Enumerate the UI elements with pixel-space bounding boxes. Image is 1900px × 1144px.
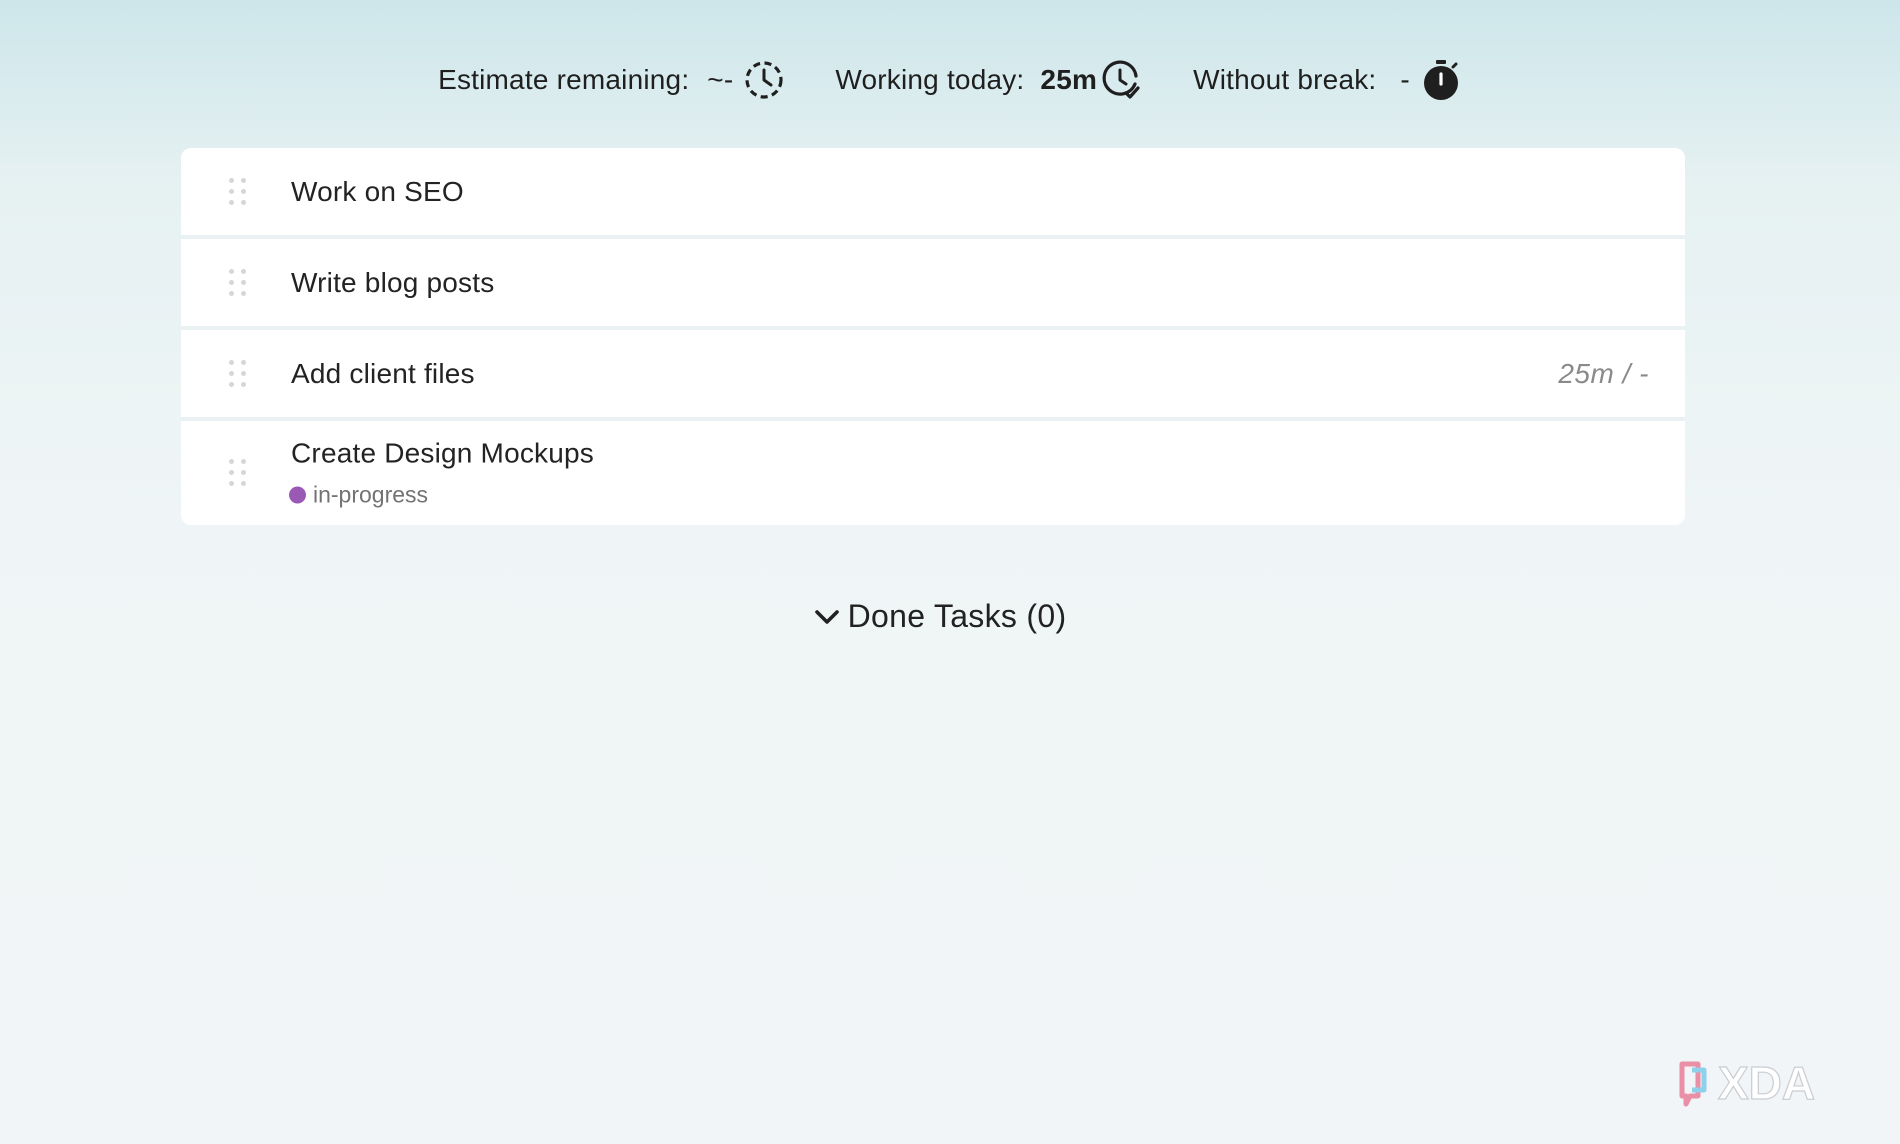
task-row[interactable]: Write blog posts bbox=[181, 239, 1685, 330]
task-title: Work on SEO bbox=[291, 175, 464, 207]
task-title: Write blog posts bbox=[291, 266, 495, 298]
drag-handle-icon[interactable] bbox=[229, 359, 247, 388]
estimate-remaining-label: Estimate remaining: bbox=[438, 64, 690, 95]
task-row[interactable]: Work on SEO bbox=[181, 148, 1685, 239]
stopwatch-icon bbox=[1420, 58, 1462, 102]
drag-handle-icon[interactable] bbox=[229, 459, 247, 487]
task-title: Add client files bbox=[291, 357, 475, 389]
done-tasks-toggle[interactable]: Done Tasks (0) bbox=[0, 598, 1880, 635]
without-break: Without break: - bbox=[1193, 58, 1462, 102]
done-tasks-label: Done Tasks (0) bbox=[847, 598, 1067, 634]
estimate-remaining-value: ~- bbox=[707, 64, 734, 95]
working-today-value: 25m bbox=[1040, 64, 1098, 95]
drag-handle-icon[interactable] bbox=[229, 177, 247, 206]
drag-handle-icon[interactable] bbox=[229, 268, 247, 297]
chevron-down-icon bbox=[814, 598, 840, 635]
tag-label: in-progress bbox=[313, 481, 429, 508]
working-today-label: Working today: bbox=[835, 64, 1025, 95]
metrics-bar: Estimate remaining: ~- Working today: 25… bbox=[0, 52, 1900, 108]
task-row[interactable]: Create Design Mockups in-progress bbox=[181, 421, 1685, 525]
without-break-label: Without break: bbox=[1193, 64, 1377, 95]
task-list: Work on SEO Write blog posts Add client … bbox=[181, 148, 1685, 525]
task-title: Create Design Mockups bbox=[291, 437, 594, 469]
without-break-value: - bbox=[1400, 64, 1410, 95]
task-row[interactable]: Add client files 25m / - bbox=[181, 330, 1685, 421]
task-tag[interactable]: in-progress bbox=[289, 482, 594, 509]
clock-check-icon bbox=[1099, 58, 1143, 102]
estimate-remaining: Estimate remaining: ~- bbox=[438, 59, 785, 101]
watermark-text: XDA bbox=[1718, 1057, 1815, 1109]
tag-color-dot bbox=[289, 486, 306, 504]
task-time-estimate: 25m / - bbox=[1558, 357, 1649, 389]
dashed-clock-icon bbox=[743, 59, 785, 101]
xda-watermark-logo: XDA bbox=[1676, 1056, 1866, 1112]
working-today: Working today: 25m bbox=[835, 58, 1143, 102]
